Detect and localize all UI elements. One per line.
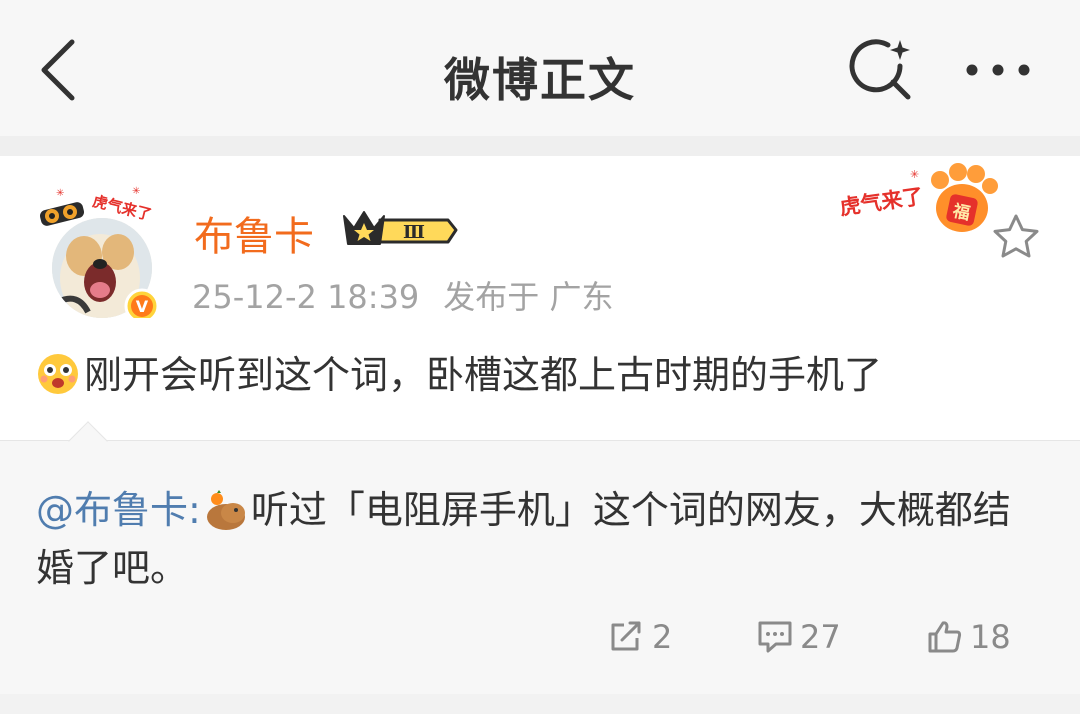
- mention-link[interactable]: @布鲁卡:: [36, 488, 201, 532]
- repost-button[interactable]: 2: [608, 613, 672, 661]
- repost-icon: [611, 621, 641, 651]
- svg-text:Ⅲ: Ⅲ: [403, 222, 425, 243]
- bottom-spacer: [0, 694, 1080, 714]
- avatar[interactable]: 虎气来了 ✳ ✳ V: [38, 182, 166, 324]
- crown-vip-icon: Ⅲ: [343, 211, 458, 245]
- svg-text:✳: ✳: [910, 168, 919, 181]
- post-text: 刚开会听到这个词，卧槽这都上古时期的手机了: [84, 353, 883, 397]
- svg-text:虎气来了: 虎气来了: [838, 184, 925, 219]
- favorite-button[interactable]: [990, 212, 1042, 262]
- svg-text:V: V: [136, 297, 149, 316]
- thumbs-up-icon: [928, 621, 962, 653]
- quoted-post-body: @布鲁卡: 听过「电阻屏手机」这个词的网友，大概都结婚了吧。: [36, 481, 1036, 597]
- like-count: 18: [970, 618, 1011, 656]
- quoted-post[interactable]: @布鲁卡: 听过「电阻屏手机」这个词的网友，大概都结婚了吧。 2 27 18: [0, 421, 1080, 694]
- card-skin-decoration[interactable]: 虎气来了 ✳ 福: [834, 156, 1004, 242]
- post-card: 虎气来了 ✳ ✳ V 布鲁卡 Ⅲ 25-12-2 18:39 发布于 广东 虎气来…: [0, 156, 1080, 440]
- shocked-face-emoji-icon: [38, 354, 78, 394]
- section-divider: [0, 136, 1080, 156]
- repost-count: 2: [652, 618, 673, 656]
- timestamp: 25-12-2 18:39: [192, 278, 420, 316]
- search-sparkle-icon: [849, 39, 911, 100]
- post-meta: 25-12-2 18:39 发布于 广东: [192, 272, 613, 318]
- star-icon: [993, 214, 1039, 258]
- vip-badge[interactable]: Ⅲ: [340, 206, 458, 252]
- like-button[interactable]: 18: [926, 613, 1011, 661]
- shiba-avatar-icon: 虎气来了 ✳ ✳ V: [39, 186, 160, 324]
- comment-button[interactable]: 27: [756, 613, 841, 661]
- top-bar: 微博正文: [0, 0, 1080, 136]
- capybara-emoji-icon: [206, 490, 245, 530]
- post-source: 发布于 广东: [443, 278, 614, 316]
- verified-badge-icon: V: [124, 288, 160, 324]
- username[interactable]: 布鲁卡: [194, 204, 314, 262]
- page-title: 微博正文: [444, 53, 636, 107]
- comment-icon: [758, 621, 792, 653]
- more-options-button[interactable]: [962, 50, 1034, 90]
- tiger-paw-skin-icon: 虎气来了 ✳ 福: [838, 163, 998, 232]
- svg-text:✳: ✳: [132, 186, 140, 197]
- post-body: 刚开会听到这个词，卧槽这都上古时期的手机了: [36, 350, 882, 400]
- comment-count: 27: [800, 618, 841, 656]
- action-bar: 2 27 18: [0, 613, 1080, 661]
- svg-text:✳: ✳: [56, 188, 64, 199]
- search-button[interactable]: [848, 36, 916, 104]
- more-dots-icon: [966, 64, 1030, 76]
